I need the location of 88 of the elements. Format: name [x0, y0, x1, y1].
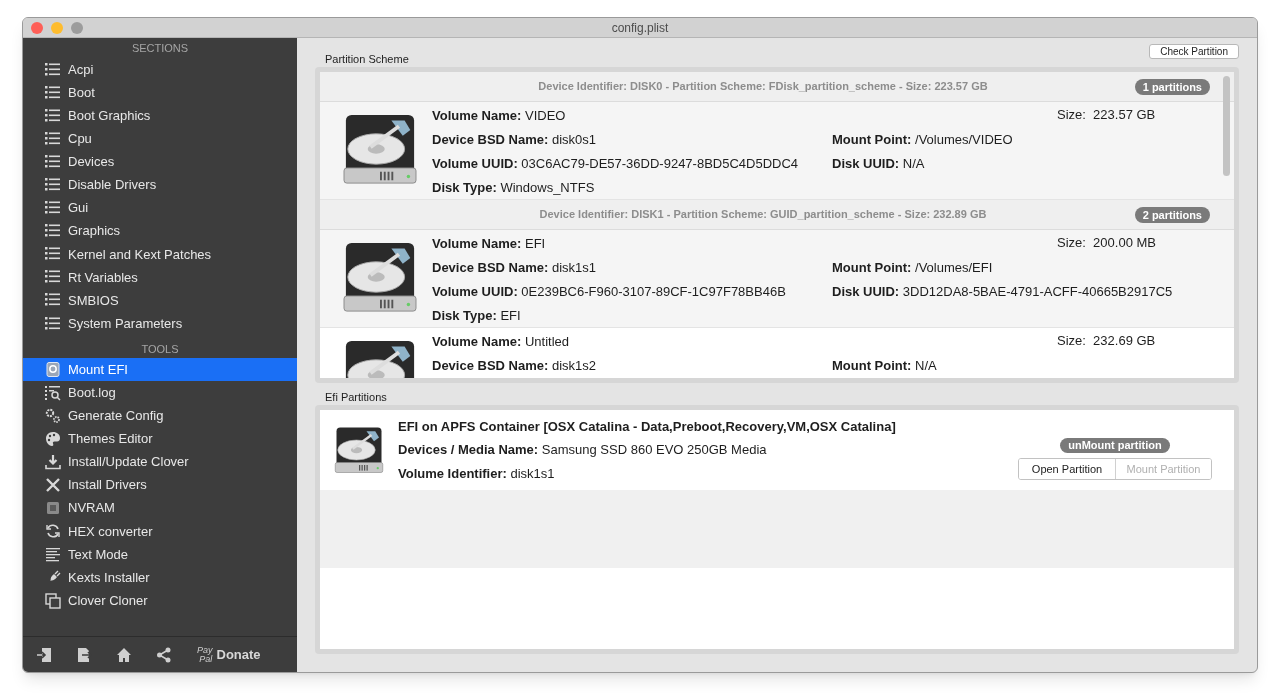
sidebar-item[interactable]: SMBIOS: [23, 288, 297, 313]
list-icon: [45, 61, 61, 78]
sidebar-heading: TOOLS: [140, 342, 180, 358]
list-icon: [45, 130, 61, 147]
share-icon: [156, 646, 172, 663]
list-icon: [45, 269, 61, 286]
scrollbar[interactable]: [1223, 76, 1230, 176]
field-text: Device BSD Name: disk0s1: [432, 132, 597, 147]
download-icon: [45, 454, 61, 471]
list-icon: [45, 200, 61, 217]
list-icon: [45, 107, 61, 124]
list-icon: [45, 153, 61, 170]
list-icon: [45, 246, 61, 263]
sidebar-item[interactable]: Kexts Installer: [23, 565, 297, 590]
sidebar-item[interactable]: Text Mode: [23, 542, 297, 566]
field-text: Mount Point: N/A: [832, 358, 937, 373]
sidebar-item[interactable]: Cpu: [23, 127, 297, 151]
field-text: Volume UUID: 03C6AC79-DE57-36DD-9247-8BD5C4D5DDC4: [432, 156, 799, 171]
field-text: Volume Identifier: disk1s1: [398, 464, 556, 483]
copy-icon: [45, 592, 61, 609]
gears-icon: [45, 407, 61, 424]
sidebar-item[interactable]: Boot: [23, 81, 297, 105]
sidebar-item[interactable]: HEX converter: [23, 519, 297, 543]
size-text: Size: 223.57 GB: [1057, 106, 1156, 125]
section-title: Partition Scheme: [325, 53, 409, 66]
partition-count-badge: 2 partitions: [1134, 206, 1210, 223]
field-text: Volume Name: VIDEO: [432, 108, 566, 123]
field-text: Disk UUID: N/A: [832, 156, 925, 171]
share-button[interactable]: [155, 645, 173, 664]
sidebar-item[interactable]: Generate Config: [23, 404, 297, 428]
home-icon: [116, 646, 132, 663]
hard-drive-icon: [342, 113, 418, 185]
chip-icon: [45, 500, 61, 517]
field-text: Device BSD Name: disk1s1: [432, 260, 597, 275]
list-icon: [45, 292, 61, 309]
sidebar-item[interactable]: Install Drivers: [23, 473, 297, 497]
sidebar-item[interactable]: Clover Cloner: [23, 589, 297, 613]
sidebar-item[interactable]: Boot Graphics: [23, 104, 297, 128]
home-button[interactable]: [115, 645, 133, 664]
sidebar-item[interactable]: Acpi: [23, 58, 297, 82]
field-text: Disk Type: EFI: [432, 308, 521, 323]
sidebar-item[interactable]: Devices: [23, 150, 297, 174]
import-icon: [36, 646, 52, 663]
unmount-badge: unMount partition: [1060, 438, 1170, 453]
list-icon: [45, 177, 61, 193]
sidebar-item[interactable]: Kernel and Kext Patches: [23, 242, 297, 266]
sidebar-heading: SECTIONS: [130, 41, 190, 56]
list-icon: [45, 84, 61, 101]
refresh-icon: [45, 523, 61, 540]
sidebar-item[interactable]: Disable Drivers: [23, 173, 297, 197]
sidebar-item[interactable]: Gui: [23, 196, 297, 220]
field-text: Mount Point: /Volumes/EFI: [832, 260, 993, 275]
field-text: Volume Name: Untitled: [432, 334, 570, 349]
field-text: Disk Type: Windows_NTFS: [432, 180, 595, 195]
sidebar-item[interactable]: Boot.log: [23, 381, 297, 405]
sidebar-item[interactable]: Install/Update Clover: [23, 450, 297, 474]
check-partition-button[interactable]: Check Partition: [1149, 44, 1239, 59]
paypal-logo: Pay Pal: [197, 645, 213, 664]
window-title: config.plist: [611, 19, 669, 37]
hard-drive-icon: [334, 426, 384, 474]
sidebar-item[interactable]: Graphics: [23, 219, 297, 243]
text-lines-icon: [45, 546, 61, 563]
efi-title: EFI on APFS Container [OSX Catalina - Data,Preboot,Recovery,VM,OSX Catalina]: [398, 417, 897, 436]
field-text: Device BSD Name: disk1s2: [432, 358, 597, 373]
disk-header-text: Device Identifier: DISK0 - Partition Scheme: FDisk_partition_scheme - Size: 223.57 GB: [538, 79, 988, 95]
field-text: Mount Point: /Volumes/VIDEO: [832, 132, 1013, 147]
sidebar-item[interactable]: NVRAM: [23, 496, 297, 520]
drive-icon: [45, 361, 61, 378]
sidebar-item[interactable]: Mount EFI: [23, 358, 297, 382]
hard-drive-icon: [342, 241, 418, 313]
sidebar-item[interactable]: System Parameters: [23, 312, 297, 336]
sidebar-item[interactable]: Themes Editor: [23, 427, 297, 451]
disk-header-text: Device Identifier: DISK1 - Partition Scheme: GUID_partition_scheme - Size: 232.89 GB: [539, 207, 987, 223]
partition-count-badge: 1 partitions: [1134, 78, 1210, 95]
import-button[interactable]: [35, 645, 53, 664]
field-text: Volume UUID: 0E239BC6-F960-3107-89CF-1C97F78BB46B: [432, 284, 786, 299]
palette-icon: [45, 430, 61, 447]
size-text: Size: 200.00 MB: [1057, 234, 1156, 253]
field-text: Volume Name: EFI: [432, 236, 546, 251]
section-title: Efi Partitions: [325, 391, 387, 404]
list-icon: [45, 223, 61, 240]
field-text: Devices / Media Name: Samsung SSD 860 EVO 250GB Media: [398, 441, 768, 460]
log-search-icon: [45, 384, 61, 401]
field-text: Disk UUID: 3DD12DA8-5BAE-4791-ACFF-40665B2917C5: [832, 284, 1173, 299]
list-icon: [45, 315, 61, 332]
export-icon: [76, 646, 92, 663]
sidebar-item[interactable]: Rt Variables: [23, 265, 297, 289]
size-text: Size: 232.69 GB: [1057, 332, 1156, 351]
